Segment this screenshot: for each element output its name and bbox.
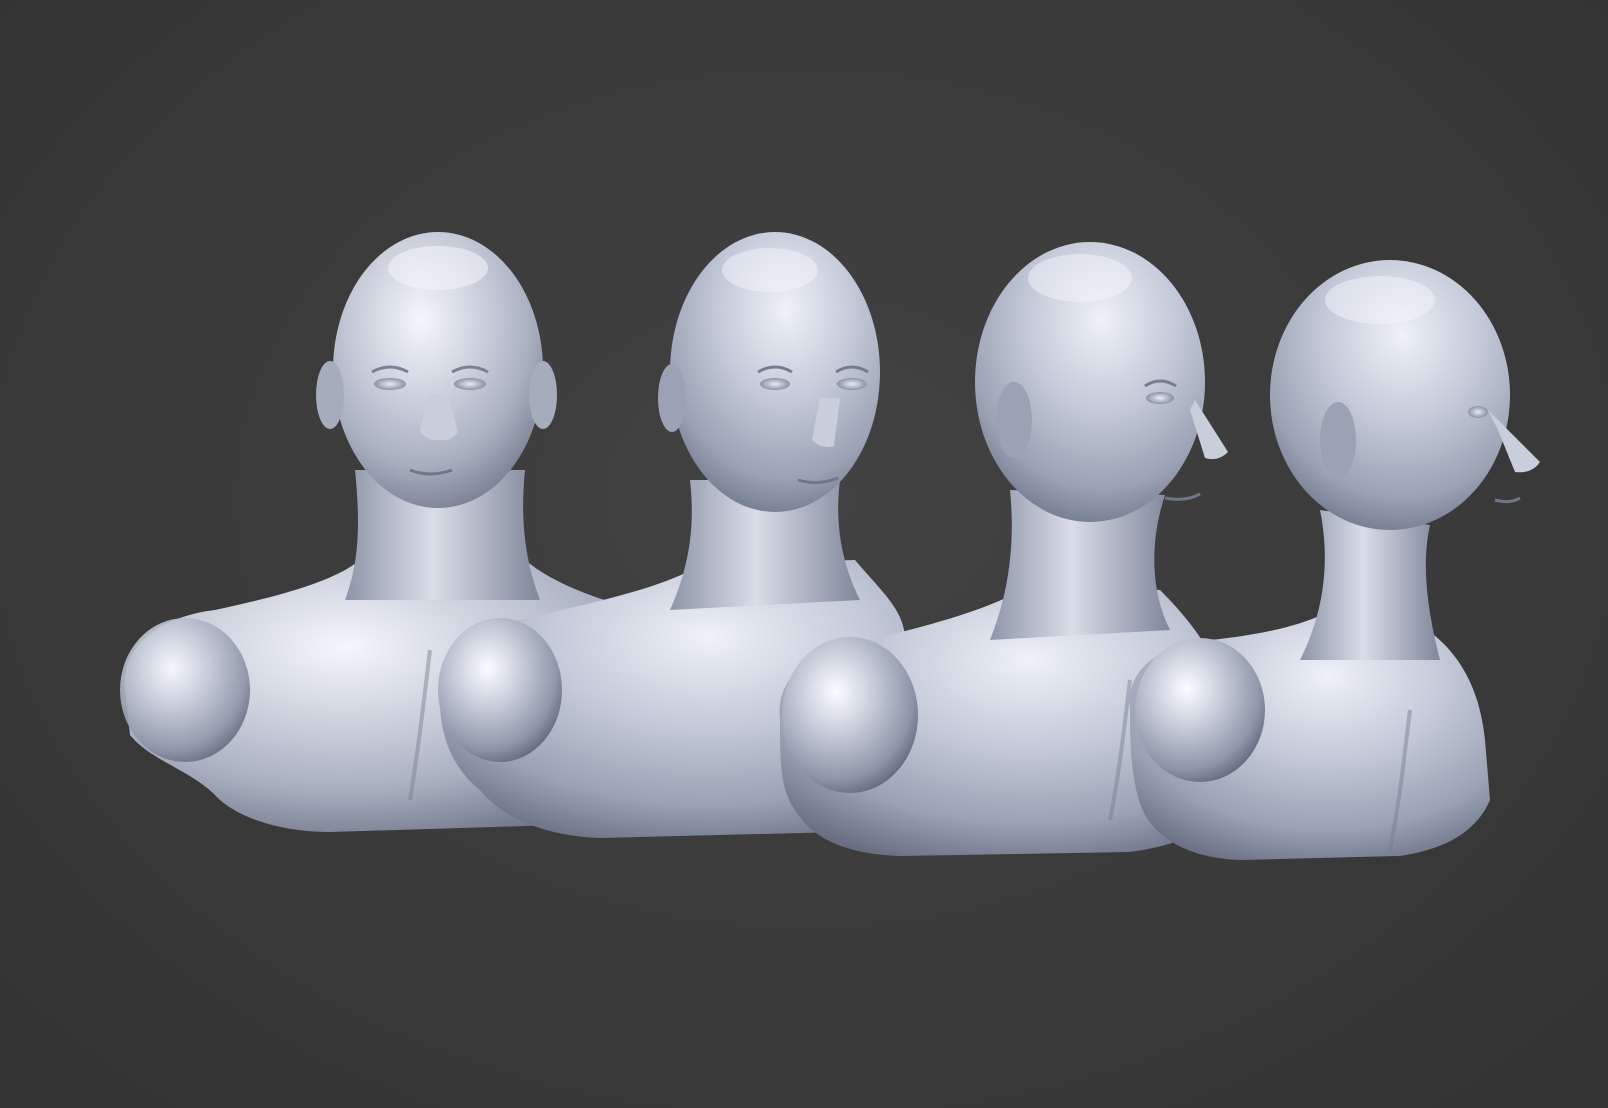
viewport-canvas [0, 0, 1608, 1108]
sculpt-render [120, 232, 1540, 860]
